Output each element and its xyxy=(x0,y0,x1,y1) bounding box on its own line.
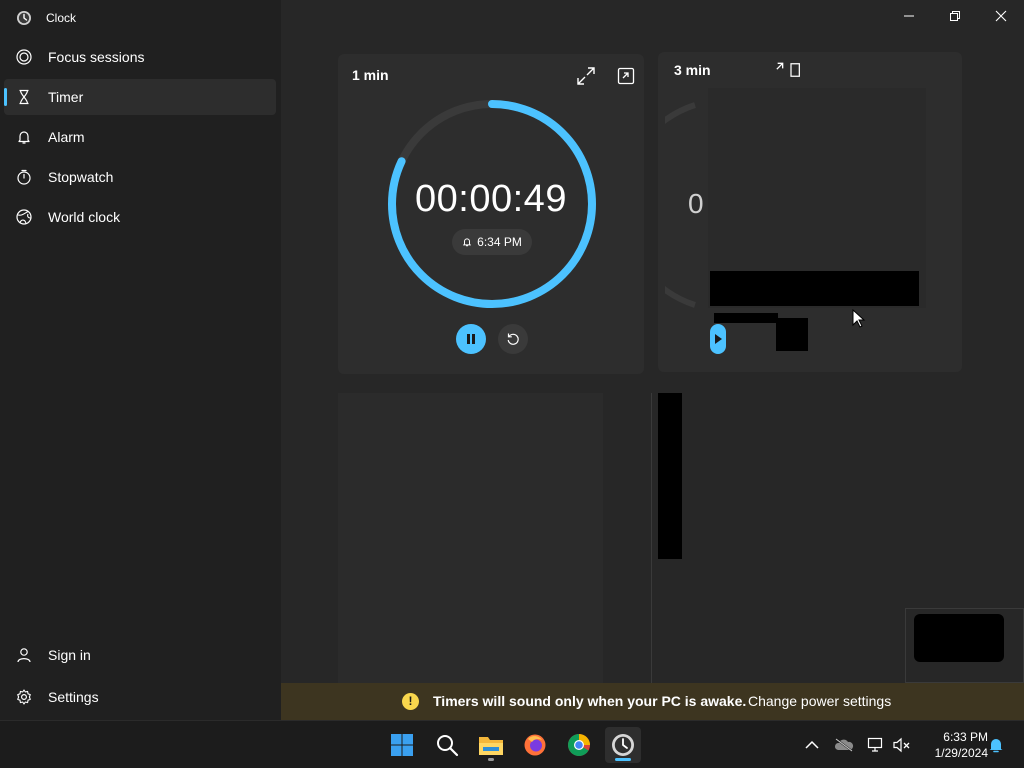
nav-item-focus-sessions[interactable]: Focus sessions xyxy=(4,39,276,75)
nav-item-label: Alarm xyxy=(48,129,85,145)
play-icon xyxy=(715,334,722,344)
expand-button[interactable] xyxy=(574,64,598,88)
taskbar-date: 1/29/2024 xyxy=(934,746,988,760)
globe-icon xyxy=(16,209,32,225)
nav-item-world-clock[interactable]: World clock xyxy=(4,199,276,235)
timer-page: 1 min 00:00:49 6:34 PM 3 min 0 xyxy=(281,0,1024,683)
banner-message: Timers will sound only when your PC is a… xyxy=(433,693,747,709)
gear-icon xyxy=(17,689,31,705)
close-button[interactable] xyxy=(978,0,1024,32)
timer-ring-partial xyxy=(665,102,696,308)
chrome-icon xyxy=(568,734,590,756)
nav-item-settings[interactable]: Settings xyxy=(4,679,276,715)
play-button[interactable] xyxy=(710,324,726,354)
firefox-button[interactable] xyxy=(517,727,553,763)
end-time: 6:34 PM xyxy=(477,235,522,249)
person-icon xyxy=(17,648,31,663)
remaining-time: 00:00:49 xyxy=(415,178,567,220)
search-button[interactable] xyxy=(429,727,465,763)
chrome-button[interactable] xyxy=(561,727,597,763)
nav-item-label: Settings xyxy=(48,689,99,705)
keep-on-top-button[interactable] xyxy=(614,64,638,88)
taskbar-clock[interactable]: 6:33 PM 1/29/2024 xyxy=(918,729,988,761)
start-button[interactable] xyxy=(384,727,420,763)
pause-button[interactable] xyxy=(456,324,486,354)
minimize-button[interactable] xyxy=(886,0,932,32)
volume-muted-icon xyxy=(893,737,910,753)
bell-icon xyxy=(18,131,30,144)
warning-icon: ! xyxy=(402,693,419,710)
onedrive-button[interactable] xyxy=(834,735,854,755)
hourglass-icon xyxy=(19,89,29,105)
clock-logo-icon xyxy=(17,11,31,25)
keep-on-top-icon xyxy=(790,63,800,77)
keep-on-top-icon xyxy=(617,67,635,85)
active-indicator xyxy=(615,758,631,761)
nav-item-stopwatch[interactable]: Stopwatch xyxy=(4,159,276,195)
volume-button[interactable] xyxy=(892,735,912,755)
keep-on-top-button[interactable] xyxy=(786,60,806,80)
pause-icon xyxy=(467,334,475,344)
focus-icon xyxy=(16,49,32,65)
navigation-pane: Clock Focus sessions Timer Alarm Stopwat… xyxy=(0,0,281,720)
redacted-block xyxy=(658,393,682,559)
stopwatch-icon xyxy=(17,169,31,185)
end-time-pill: 6:34 PM xyxy=(452,229,532,255)
expand-icon xyxy=(776,62,784,70)
reset-icon xyxy=(507,333,519,345)
search-icon xyxy=(437,735,459,757)
file-explorer-button[interactable] xyxy=(473,727,509,763)
taskbar-time: 6:33 PM xyxy=(943,730,988,744)
redacted-block xyxy=(710,271,919,306)
nav-item-label: Sign in xyxy=(48,647,91,663)
nav-item-sign-in[interactable]: Sign in xyxy=(4,637,276,673)
redacted-block xyxy=(914,614,1004,662)
running-indicator xyxy=(488,758,494,761)
expand-icon xyxy=(577,67,595,85)
clock-app-icon xyxy=(612,734,634,756)
start-icon xyxy=(391,734,413,756)
close-icon xyxy=(995,10,1007,22)
notifications-button[interactable] xyxy=(986,735,1006,755)
nav-item-label: Focus sessions xyxy=(48,49,145,65)
reset-button[interactable] xyxy=(498,324,528,354)
restore-button[interactable] xyxy=(932,0,978,32)
nav-item-label: Timer xyxy=(48,89,84,105)
change-power-settings-link[interactable]: Change power settings xyxy=(748,693,891,709)
expand-button[interactable] xyxy=(766,60,786,80)
selection-indicator xyxy=(4,88,7,106)
redacted-block xyxy=(714,313,778,323)
app-title-bar: Clock xyxy=(0,0,281,36)
power-warning-banner: ! Timers will sound only when your PC is… xyxy=(281,683,1024,720)
chevron-up-icon xyxy=(805,740,819,749)
file-explorer-icon xyxy=(479,737,503,755)
network-icon xyxy=(867,737,883,752)
nav-item-timer[interactable]: Timer xyxy=(4,79,276,115)
clock-app-button[interactable] xyxy=(605,727,641,763)
bell-icon xyxy=(463,238,472,247)
minimize-icon xyxy=(904,15,914,17)
restore-icon xyxy=(950,11,960,21)
show-hidden-icons-button[interactable] xyxy=(802,735,822,755)
firefox-icon xyxy=(524,734,546,756)
timer-title: 1 min xyxy=(352,67,389,83)
timer-title: 3 min xyxy=(674,62,711,78)
nav-item-alarm[interactable]: Alarm xyxy=(4,119,276,155)
notification-bell-icon xyxy=(989,739,1003,753)
mouse-cursor-icon xyxy=(852,309,866,328)
onedrive-offline-icon xyxy=(834,738,854,752)
divider xyxy=(651,393,652,683)
timer-card-placeholder xyxy=(338,393,603,683)
network-button[interactable] xyxy=(866,735,886,755)
nav-item-label: World clock xyxy=(48,209,121,225)
nav-item-label: Stopwatch xyxy=(48,169,114,185)
app-title: Clock xyxy=(46,11,77,25)
redacted-block xyxy=(776,318,808,351)
taskbar: 6:33 PM 1/29/2024 xyxy=(0,720,1024,768)
